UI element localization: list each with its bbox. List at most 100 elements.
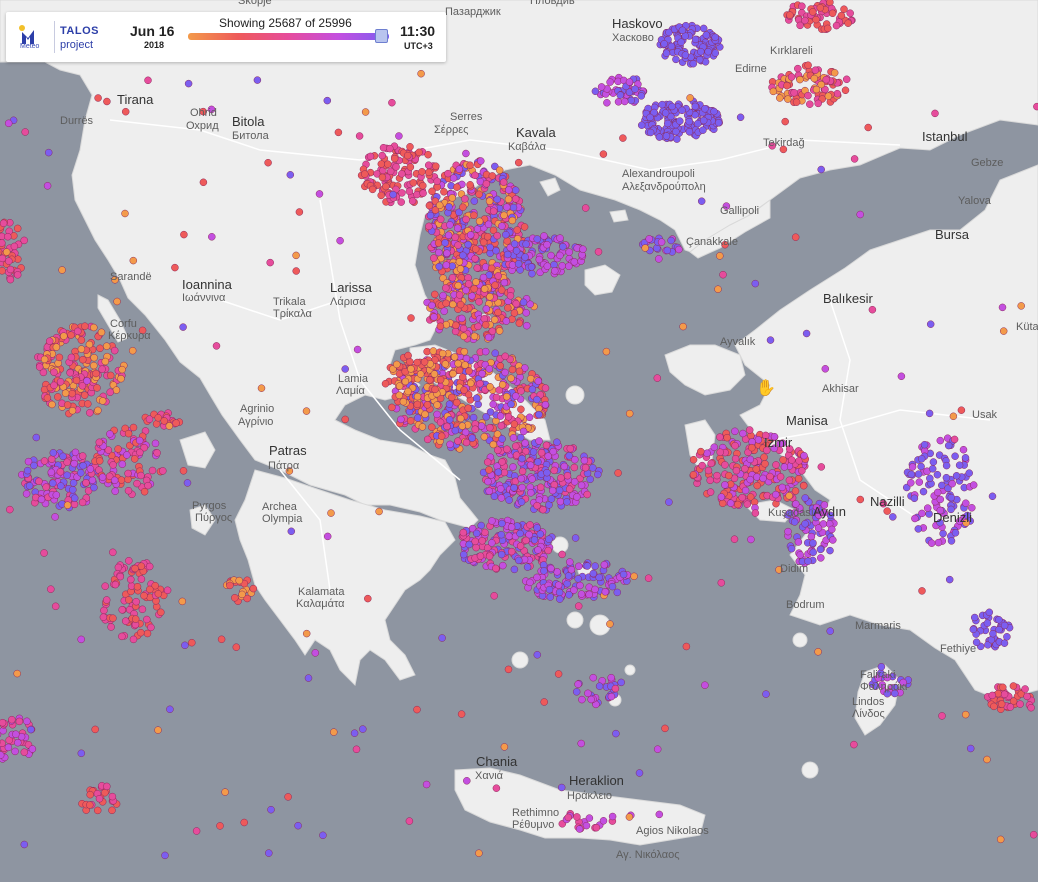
lightning-strike xyxy=(472,394,481,402)
lightning-strike xyxy=(951,529,960,537)
lightning-strike xyxy=(508,261,517,269)
lightning-strike xyxy=(572,688,581,696)
lightning-strike xyxy=(779,456,787,464)
lightning-strike xyxy=(101,582,109,590)
city-label: Izmir xyxy=(764,435,793,450)
lightning-strike xyxy=(787,544,796,553)
lightning-strike xyxy=(443,422,451,431)
lightning-strike xyxy=(662,49,671,57)
lightning-strike xyxy=(468,434,476,442)
lightning-strike xyxy=(794,474,803,483)
hand-cursor-icon: ✋ xyxy=(756,380,776,397)
lightning-strike xyxy=(661,109,670,117)
city-label: Λίνδος xyxy=(852,708,885,720)
lightning-strike xyxy=(381,379,390,388)
lightning-strike xyxy=(157,608,165,617)
lightning-strike xyxy=(1023,692,1031,701)
lightning-strike xyxy=(761,460,769,468)
lightning-strike xyxy=(565,591,573,599)
lightning-strike xyxy=(995,616,1003,624)
lightning-strike xyxy=(25,482,34,490)
lightning-strike xyxy=(399,397,408,406)
lightning-strike xyxy=(726,499,735,507)
lightning-strike xyxy=(814,99,822,108)
lightning-strike xyxy=(747,535,755,544)
lightning-strike xyxy=(717,579,726,587)
lightning-strike xyxy=(519,298,528,307)
lightning-strike xyxy=(106,371,115,380)
lightning-strike xyxy=(573,813,581,821)
lightning-strike xyxy=(475,298,483,306)
lightning-strike xyxy=(527,374,535,383)
time-slider-track[interactable] xyxy=(188,33,389,40)
lightning-strike xyxy=(475,849,483,857)
lightning-strike xyxy=(600,561,609,569)
lightning-strike xyxy=(497,422,506,430)
city-label: Chania xyxy=(476,754,518,769)
lightning-strike xyxy=(146,585,154,594)
lightning-strike xyxy=(614,469,622,477)
lightning-strike xyxy=(430,370,439,378)
city-label: Denizli xyxy=(933,510,972,525)
lightning-strike xyxy=(556,251,564,260)
lightning-strike xyxy=(435,262,443,271)
lightning-strike xyxy=(518,454,526,463)
lightning-strike xyxy=(422,780,431,789)
lightning-strike xyxy=(539,505,547,514)
lightning-strike xyxy=(697,197,706,205)
lightning-strike xyxy=(148,466,157,475)
lightning-strike xyxy=(565,248,573,256)
lightning-strike xyxy=(471,245,480,253)
lightning-strike xyxy=(355,132,364,140)
lightning-strike xyxy=(421,410,429,419)
lightning-strike xyxy=(79,461,87,470)
lightning-strike xyxy=(188,638,196,647)
lightning-strike xyxy=(1000,690,1009,699)
lightning-strike xyxy=(583,490,591,499)
lightning-strike xyxy=(13,224,22,233)
lightning-strike xyxy=(217,635,226,644)
lightning-strike xyxy=(106,430,114,438)
lightning-strike xyxy=(413,358,421,367)
lightning-strike xyxy=(864,123,872,132)
lightning-strike xyxy=(366,152,375,161)
lightning-strike xyxy=(645,235,653,243)
lightning-strike xyxy=(114,563,123,572)
lightning-strike xyxy=(124,469,132,478)
lightning-strike xyxy=(928,465,937,473)
city-label: Χανιά xyxy=(475,770,504,782)
lightning-strike xyxy=(109,548,117,557)
lightning-strike xyxy=(748,443,756,452)
lightning-strike xyxy=(477,157,485,165)
lightning-strike xyxy=(267,805,275,814)
lightning-strike xyxy=(124,429,133,438)
city-label: Nazilli xyxy=(870,494,905,509)
time-slider-thumb[interactable] xyxy=(374,29,388,43)
lightning-strike xyxy=(738,493,746,502)
lightning-strike xyxy=(0,254,7,263)
lightning-strike xyxy=(504,304,512,312)
lightning-strike xyxy=(497,530,506,539)
lightning-strike xyxy=(2,248,11,256)
lightning-strike xyxy=(74,327,82,336)
lightning-strike xyxy=(84,400,92,408)
lightning-strike xyxy=(739,429,747,438)
lightning-strike xyxy=(295,208,304,216)
lightning-strike xyxy=(456,300,465,309)
lightning-strike xyxy=(809,8,817,16)
lightning-strike xyxy=(199,178,208,187)
lightning-strike xyxy=(466,379,475,388)
lightning-strike xyxy=(455,366,464,375)
lightning-strike xyxy=(543,262,552,270)
lightning-strike xyxy=(21,128,29,136)
lightning-strike xyxy=(405,817,414,825)
lightning-strike xyxy=(386,167,395,176)
lightning-strike xyxy=(47,455,56,463)
lightning-strike xyxy=(799,481,808,490)
lightning-strike xyxy=(868,305,877,314)
lightning-strike xyxy=(731,427,739,436)
lightning-strike xyxy=(500,211,508,220)
lightning-strike xyxy=(519,427,528,436)
lightning-strike xyxy=(959,445,968,454)
map-canvas[interactable]: Tirana Durrës OhridОхрид BitolaБитола Skopje… xyxy=(0,0,1038,882)
